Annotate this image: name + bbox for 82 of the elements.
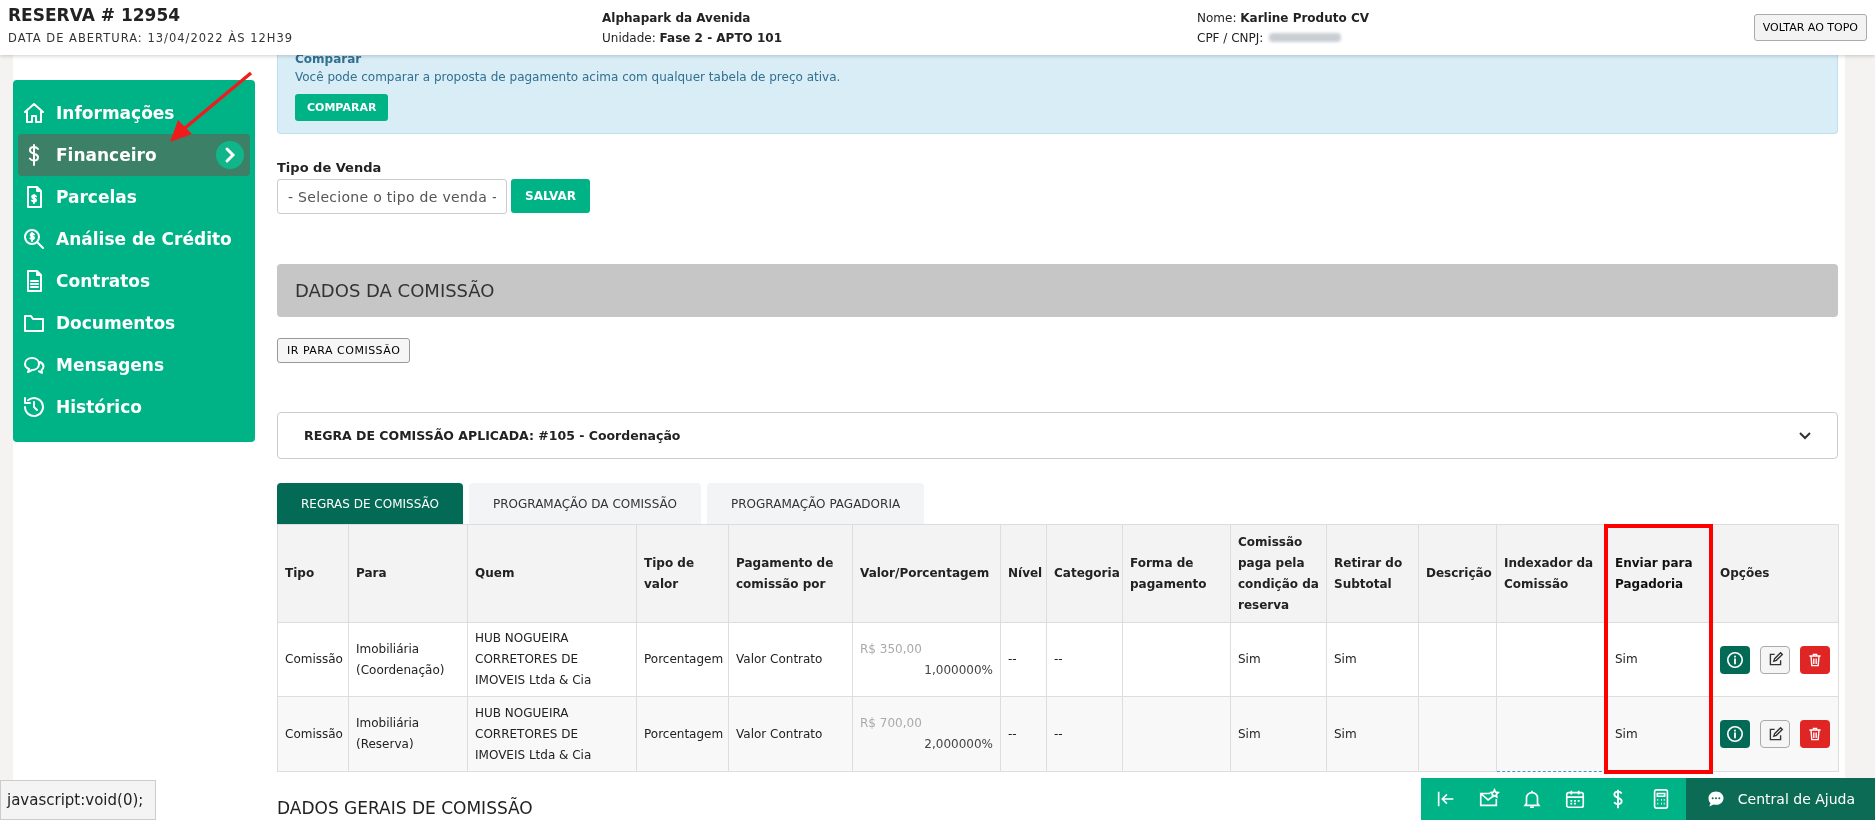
sale-type-select[interactable]: - Selecione o tipo de venda - [277, 179, 507, 214]
column-header: Retirar do Subtotal [1326, 524, 1419, 623]
table-cell: Comissão [285, 652, 343, 666]
go-to-commission-button[interactable]: IR PARA COMISSÃO [277, 338, 411, 363]
table-cell: Porcentagem [644, 726, 724, 741]
table-cell: Sim [1334, 726, 1357, 741]
tab[interactable]: PROGRAMAÇÃO DA COMISSÃO [468, 483, 701, 524]
save-button[interactable]: SALVAR [511, 179, 590, 213]
percentage-text: 2,000000% [923, 736, 993, 753]
sidebar-item[interactable]: Análise de Crédito [18, 218, 250, 260]
chevron-right-icon [216, 141, 244, 169]
info-button[interactable] [1720, 720, 1750, 748]
applied-rule-panel[interactable]: REGRA DE COMISSÃO APLICADA: #105 - Coordenação [277, 412, 1838, 459]
edit-button[interactable] [1760, 720, 1790, 748]
tab[interactable]: PROGRAMAÇÃO PAGADORIA [707, 483, 925, 524]
column-header: Categoria [1046, 524, 1123, 623]
column-header: Pagamento de comissão por [728, 524, 853, 623]
percentage-text: 1,000000% [923, 661, 993, 679]
history-icon [22, 395, 46, 419]
column-header: Para [348, 524, 468, 623]
delete-button[interactable] [1800, 720, 1830, 748]
compare-text: Você pode comparar a proposta de pagamento acima com qualquer tabela de preço ativa. [295, 70, 842, 84]
client-name: Nome: Karline Produto CV [1197, 10, 1370, 25]
table-cell: -- [1054, 726, 1063, 741]
amount-text: R$ 700,00 [860, 715, 923, 732]
table-cell: Valor Contrato [736, 726, 823, 741]
column-header: Tipo de valor [636, 524, 729, 623]
tab[interactable]: REGRAS DE COMISSÃO [277, 483, 463, 524]
table-cell: Imobiliária (Coordenação) [356, 641, 445, 677]
sidebar-item[interactable]: Parcelas [18, 176, 250, 218]
reservation-title: RESERVA # 12954 [8, 4, 182, 25]
column-header: Quem [467, 524, 637, 623]
sidebar-item[interactable]: Mensagens [18, 344, 250, 386]
table-cell: Porcentagem [644, 652, 724, 666]
general-section-title: DADOS GERAIS DE COMISSÃO [277, 798, 533, 818]
info-icon [1726, 650, 1744, 669]
unit-text: Unidade: Fase 2 - APTO 101 [602, 30, 783, 45]
section-title: DADOS DA COMISSÃO [295, 280, 495, 301]
table-cell: -- [1008, 652, 1017, 666]
table-cell: -- [1054, 652, 1063, 666]
column-header: Tipo [277, 524, 349, 623]
table-cell: Comissão [285, 726, 343, 741]
trash-icon [1807, 651, 1823, 668]
table-cell: Sim [1615, 726, 1638, 741]
column-header: Forma de pagamento [1122, 524, 1231, 623]
trash-icon [1807, 726, 1823, 742]
amount-text: R$ 350,00 [860, 640, 923, 658]
applied-rule-title: REGRA DE COMISSÃO APLICADA: #105 - Coordenação [304, 428, 681, 443]
table-cell: HUB NOGUEIRA CORRETORES DE IMOVEIS Ltda & Cia [475, 631, 592, 687]
table-cell: Sim [1615, 652, 1638, 666]
sidebar-item[interactable]: Histórico [18, 386, 250, 428]
table-cell: Sim [1334, 652, 1357, 666]
project-name: Alphapark da Avenida [602, 10, 752, 25]
magnifier-dollar-icon [22, 227, 46, 251]
back-to-top-button[interactable]: VOLTAR AO TOPO [1753, 14, 1867, 41]
home-icon [22, 101, 46, 125]
sidebar-item[interactable]: Documentos [18, 302, 250, 344]
document-label: CPF / CNPJ: [1197, 30, 1264, 45]
compare-button[interactable]: COMPARAR [295, 94, 389, 121]
column-header: Opções [1712, 524, 1839, 623]
table-cell: Valor Contrato [736, 652, 823, 666]
opening-date: DATA DE ABERTURA: 13/04/2022 ÀS 12H39 [8, 30, 295, 45]
table-cell: Sim [1238, 726, 1261, 741]
column-header: Valor/Porcentagem [852, 524, 1001, 623]
sidebar-item[interactable]: Contratos [18, 260, 250, 302]
sale-type-label: Tipo de Venda [277, 160, 383, 175]
help-center-button[interactable]: Central de Ajuda [1685, 778, 1875, 820]
table-cell: Imobiliária (Reserva) [356, 716, 420, 751]
delete-button[interactable] [1800, 645, 1830, 674]
column-header: Descrição [1418, 524, 1497, 623]
status-url-tooltip: javascript:void(0); [0, 780, 157, 820]
edit-button[interactable] [1760, 645, 1790, 674]
info-button[interactable] [1720, 645, 1750, 674]
info-icon [1726, 725, 1744, 743]
table-cell: Sim [1238, 652, 1261, 666]
sidebar-item[interactable]: Informações [18, 92, 250, 134]
table-cell: HUB NOGUEIRA CORRETORES DE IMOVEIS Ltda & Cia [475, 705, 592, 762]
table-cell: -- [1008, 726, 1017, 741]
column-header: Comissão paga pela condição da reserva [1230, 524, 1327, 623]
sidebar-item[interactable]: Financeiro [18, 134, 250, 176]
column-header: Nível [1000, 524, 1047, 623]
compare-title: Comparar [295, 52, 363, 66]
